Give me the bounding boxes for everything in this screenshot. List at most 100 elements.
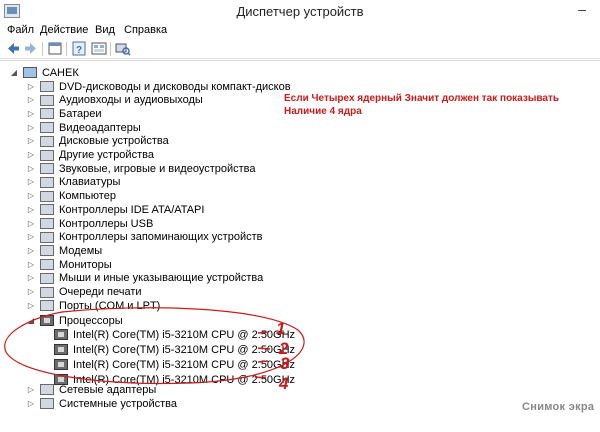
computer-icon — [40, 190, 54, 202]
menu-file[interactable]: Файл — [7, 24, 34, 36]
expand-arrow-icon[interactable]: ▷ — [26, 150, 36, 160]
processors-label: Процессоры — [59, 314, 123, 327]
tree-item-cpu[interactable]: Intel(R) Core(TM) i5-3210M CPU @ 2.50GHz — [40, 358, 295, 371]
tree-item-label: Мыши и иные указывающие устройства — [59, 272, 264, 285]
tree-item-label: Intel(R) Core(TM) i5-3210M CPU @ 2.50GHz — [73, 358, 296, 371]
tree-item-category[interactable]: ▷ Контроллеры USB — [26, 217, 153, 230]
expand-arrow-icon[interactable]: ▷ — [26, 399, 36, 409]
processor-icon — [54, 344, 68, 355]
help-icon[interactable]: ? — [71, 41, 87, 56]
tree-item-label: Контроллеры IDE ATA/ATAPI — [59, 203, 205, 216]
sound-icon — [40, 163, 54, 175]
tree-item-category[interactable]: ▷ Мониторы — [26, 258, 112, 271]
menu-view[interactable]: Вид — [95, 24, 115, 36]
disk-drive-icon — [40, 135, 54, 147]
tree-item-category[interactable]: ▷ Видеоадаптеры — [26, 121, 141, 134]
tree-root[interactable]: ◢ САНЕК — [9, 66, 79, 79]
expand-arrow-icon[interactable]: ▷ — [26, 301, 36, 311]
forward-icon[interactable] — [23, 41, 39, 56]
menu-bar: Файл Действие Вид Справка — [0, 22, 600, 39]
toolbar-separator — [110, 42, 111, 56]
computer-icon — [23, 67, 37, 78]
expand-arrow-icon[interactable]: ▷ — [26, 205, 36, 215]
tree-item-category[interactable]: ▷ Аудиовходы и аудиовыходы — [26, 94, 203, 107]
tree-item-category[interactable]: ▷ Модемы — [26, 244, 102, 257]
tree-item-label: Клавиатуры — [59, 176, 121, 189]
back-icon[interactable] — [5, 41, 21, 56]
tree-item-label: Порты (COM и LPT) — [59, 299, 161, 312]
storage-controller-icon — [40, 231, 54, 243]
properties-icon[interactable] — [47, 41, 63, 56]
annotation-line-1: Если Четырех ядерный Значит должен так п… — [284, 93, 559, 104]
expand-arrow-icon[interactable]: ▷ — [26, 164, 36, 174]
battery-icon — [40, 108, 54, 120]
expand-arrow-icon[interactable]: ▷ — [26, 177, 36, 187]
tree-item-label: Другие устройства — [59, 149, 154, 161]
expand-arrow-icon[interactable]: ▷ — [26, 219, 36, 229]
tree-item-category[interactable]: ▷ Другие устройства — [26, 149, 154, 162]
tree-item-label: Сетевые адаптеры — [59, 383, 157, 396]
system-devices-icon — [40, 398, 54, 409]
tree-root-label: САНЕК — [42, 66, 79, 79]
menu-help[interactable]: Справка — [124, 24, 167, 36]
expand-arrow-icon[interactable]: ▷ — [26, 260, 36, 270]
mouse-icon — [40, 272, 54, 284]
tree-item-label: Системные устройства — [59, 397, 178, 410]
tree-item-category[interactable]: ▷ Мыши и иные указывающие устройства — [26, 272, 263, 285]
dvd-drive-icon — [40, 81, 54, 92]
tree-item-category[interactable]: ▷ Батареи — [26, 107, 102, 120]
expand-arrow-icon[interactable]: ▷ — [26, 123, 36, 133]
svg-text:?: ? — [76, 45, 82, 56]
toolbar-separator — [42, 42, 43, 56]
ports-icon — [40, 300, 54, 312]
expand-arrow-icon[interactable]: ▷ — [26, 246, 36, 256]
expand-arrow-icon[interactable]: ▷ — [26, 82, 36, 92]
print-queue-icon — [40, 286, 54, 298]
collapse-arrow-icon[interactable]: ◢ — [9, 68, 19, 78]
audio-icon — [40, 94, 54, 106]
tree-item-category[interactable]: ▷ Контроллеры запоминающих устройств — [26, 231, 263, 244]
tree-item-cpu[interactable]: Intel(R) Core(TM) i5-3210M CPU @ 2.50GHz — [40, 328, 295, 341]
monitor-icon — [40, 259, 54, 271]
tree-item-category[interactable]: ▷ Дисковые устройства — [26, 135, 169, 148]
tree-item-category[interactable]: ▷ Клавиатуры — [26, 176, 120, 189]
tree-item-category[interactable]: ▷ Системные устройства — [26, 397, 177, 410]
tree-item-label: Компьютер — [59, 190, 116, 203]
scan-hardware-icon[interactable] — [115, 41, 131, 56]
view-icon[interactable] — [91, 41, 107, 56]
tree-item-category[interactable]: ▷ Порты (COM и LPT) — [26, 299, 160, 312]
tree-item-category[interactable]: ▷ Звуковые, игровые и видеоустройства — [26, 162, 256, 175]
display-adapter-icon — [40, 122, 54, 134]
keyboard-icon — [40, 176, 54, 188]
expand-arrow-icon[interactable]: ▷ — [26, 95, 36, 105]
ide-controller-icon — [40, 204, 54, 216]
tree-item-label: Дисковые устройства — [59, 135, 169, 148]
expand-arrow-icon[interactable]: ▷ — [26, 385, 36, 395]
expand-arrow-icon[interactable]: ▷ — [26, 109, 36, 119]
tree-item-processors[interactable]: ◢ Процессоры — [26, 314, 123, 327]
collapse-arrow-icon[interactable]: ◢ — [26, 316, 36, 326]
tree-item-category[interactable]: ▷ Контроллеры IDE ATA/ATAPI — [26, 203, 205, 216]
tree-item-category[interactable]: ▷ Сетевые адаптеры — [26, 383, 156, 396]
tree-item-label: Звуковые, игровые и видеоустройства — [59, 162, 256, 175]
tree-item-cpu[interactable]: Intel(R) Core(TM) i5-3210M CPU @ 2.50GHz — [40, 343, 295, 356]
tree-item-label: Intel(R) Core(TM) i5-3210M CPU @ 2.50GHz — [73, 343, 296, 356]
tree-item-label: Контроллеры USB — [59, 217, 154, 230]
tree-item-label: Видеоадаптеры — [59, 121, 141, 134]
tree-item-label: Модемы — [59, 244, 103, 257]
tree-item-category[interactable]: ▷ Очереди печати — [26, 286, 142, 299]
minimize-button[interactable]: – — [572, 2, 592, 18]
expand-arrow-icon[interactable]: ▷ — [26, 273, 36, 283]
tree-item-label: DVD-дисководы и дисководы компакт-дисков — [59, 80, 291, 93]
tree-item-label: Батареи — [59, 107, 102, 120]
menu-action[interactable]: Действие — [40, 24, 88, 36]
expand-arrow-icon[interactable]: ▷ — [26, 232, 36, 242]
tree-item-category[interactable]: ▷ Компьютер — [26, 190, 116, 203]
toolbar-separator — [66, 42, 67, 56]
expand-arrow-icon[interactable]: ▷ — [26, 287, 36, 297]
expand-arrow-icon[interactable]: ▷ — [26, 191, 36, 201]
toolbar: ? — [0, 39, 600, 59]
tree-item-category[interactable]: ▷ DVD-дисководы и дисководы компакт-диско… — [26, 80, 291, 93]
expand-arrow-icon[interactable]: ▷ — [26, 136, 36, 146]
annotation-text: Если Четырех ядерный Значит должен так п… — [284, 92, 584, 118]
